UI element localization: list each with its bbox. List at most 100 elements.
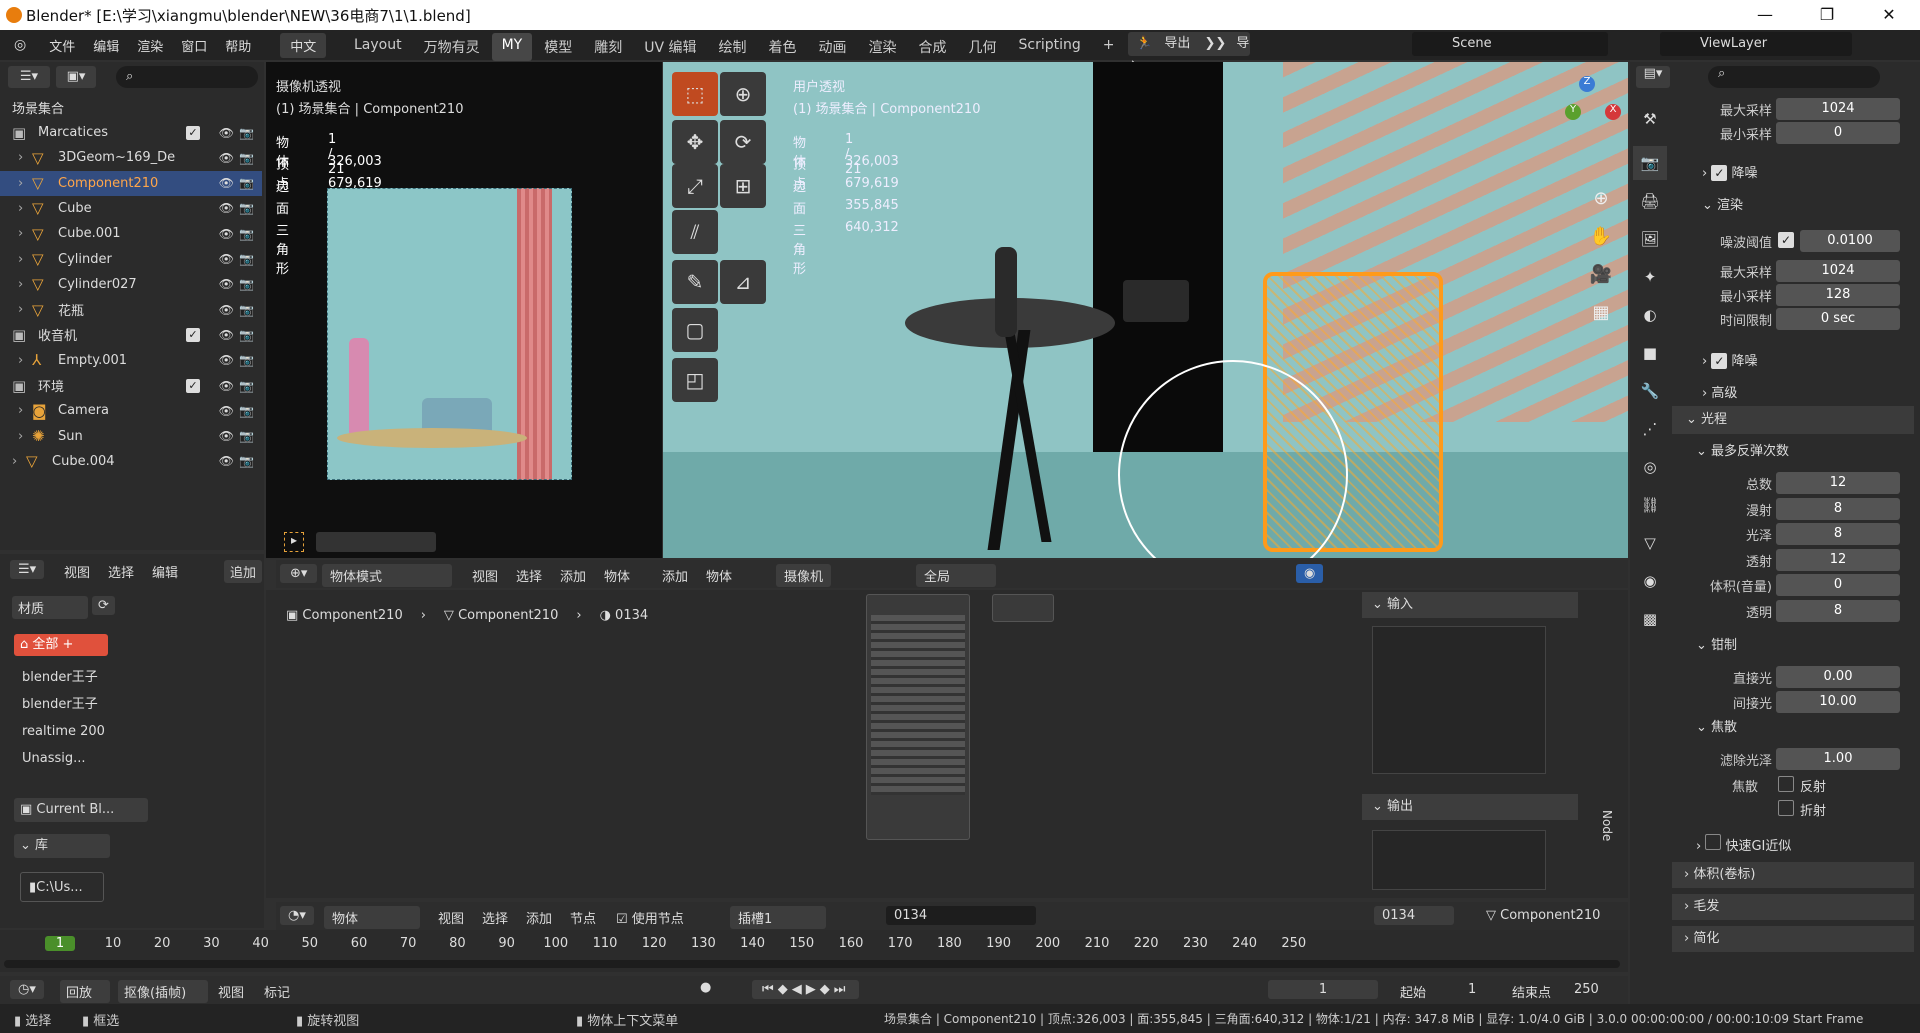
draw-tool-icon[interactable]: ✎ <box>672 260 718 304</box>
eye-icon[interactable]: 👁 <box>219 176 234 190</box>
scene-tab-icon[interactable]: ✦ <box>1633 260 1667 294</box>
asset-catalog-item[interactable]: blender王子 <box>22 664 105 691</box>
expand-arrow-icon[interactable]: › <box>18 429 23 444</box>
select-mode-icon[interactable]: ▸ <box>284 532 304 552</box>
material-output-node[interactable] <box>992 594 1054 622</box>
output-list[interactable] <box>1372 830 1546 890</box>
editor-type-icon[interactable]: ⊕▾ <box>280 564 318 583</box>
bounce-field[interactable]: 12 <box>1776 472 1900 494</box>
library-path[interactable]: ▮C:\Us... <box>20 872 104 902</box>
tool-tab-icon[interactable]: ⚒ <box>1633 102 1667 136</box>
material-select[interactable]: 0134 <box>1374 906 1454 925</box>
denoise-section[interactable]: › ✓ 降噪 <box>1702 162 1758 181</box>
camera-render-icon[interactable]: 📷 <box>239 379 254 393</box>
collection-checkbox[interactable]: ✓ <box>186 327 200 342</box>
hair-section[interactable]: › 毛发 <box>1672 894 1914 920</box>
camera-render-icon[interactable]: 📷 <box>239 277 254 291</box>
eye-icon[interactable]: 👁 <box>219 328 234 342</box>
eye-icon[interactable]: 👁 <box>219 227 234 241</box>
camera-tool-strip[interactable] <box>316 532 436 552</box>
render-section[interactable]: ⌄ 渲染 <box>1702 194 1743 213</box>
menu-item[interactable]: 渲染 <box>128 36 172 55</box>
constraints-tab-icon[interactable]: ⛓ <box>1633 488 1667 522</box>
refresh-icon[interactable]: ⟳ <box>92 596 115 615</box>
workspace-tab[interactable]: 动画 <box>809 33 857 61</box>
all-assets-button[interactable]: ⌂ 全部 + <box>14 634 108 656</box>
workspace-tab[interactable]: 雕刻 <box>584 33 632 61</box>
noise-threshold-field[interactable]: 0.0100 <box>1800 230 1900 252</box>
texture-tab-icon[interactable]: ▩ <box>1633 602 1667 636</box>
viewport-menu[interactable]: 添加 <box>560 566 586 585</box>
bounce-field[interactable]: 8 <box>1776 497 1900 520</box>
camera-render-icon[interactable]: 📷 <box>239 151 254 165</box>
eye-icon[interactable]: 👁 <box>219 303 234 317</box>
camera-render-icon[interactable]: 📷 <box>239 429 254 443</box>
viewport-menu-2[interactable]: 添加 <box>662 566 688 585</box>
particles-tab-icon[interactable]: ⋰ <box>1633 412 1667 446</box>
shading-solid-icon[interactable]: ◉ <box>1296 564 1324 583</box>
workspace-tab[interactable]: MY <box>491 33 533 61</box>
menu-item[interactable]: 窗口 <box>172 36 216 55</box>
timeline-view-menu[interactable]: 视图 <box>218 982 244 1001</box>
language-button[interactable]: 中文 <box>280 32 327 58</box>
outliner-search-input[interactable]: ⌕ <box>116 66 258 88</box>
workspace-tab[interactable]: Layout <box>344 33 412 61</box>
camera-render-icon[interactable]: 📷 <box>239 454 254 468</box>
workspace-tab[interactable]: 几何 <box>959 33 1007 61</box>
navigation-gizmo[interactable]: Z X Y <box>1551 76 1621 146</box>
fast-gi-section[interactable]: › 快速GI近似 <box>1696 834 1791 854</box>
outliner-row[interactable]: › ▽ 花瓶 👁 📷 <box>0 297 262 322</box>
expand-arrow-icon[interactable]: › <box>18 201 23 216</box>
min-samples-field-2[interactable]: 128 <box>1776 284 1900 306</box>
outliner-row[interactable]: › ▽ Cube 👁 📷 <box>0 196 262 221</box>
refractive-caustics-checkbox[interactable] <box>1778 800 1794 816</box>
denoise-section-2[interactable]: › ✓ 降噪 <box>1702 350 1758 369</box>
expand-arrow-icon[interactable]: › <box>12 454 17 469</box>
export-button[interactable]: 导出 <box>1164 36 1190 51</box>
transform-cage-icon[interactable]: ◰ <box>672 358 718 402</box>
outliner-row[interactable]: › ✺ Sun 👁 📷 <box>0 424 262 449</box>
menu-item[interactable]: 编辑 <box>84 36 128 55</box>
transform-tool-icon[interactable]: ⊞ <box>720 164 766 208</box>
eye-icon[interactable]: 👁 <box>219 353 234 367</box>
caustics-section[interactable]: ⌄ 焦散 <box>1696 716 1737 735</box>
noise-threshold-checkbox[interactable]: ✓ <box>1778 232 1794 248</box>
eye-icon[interactable]: 👁 <box>219 404 234 418</box>
advanced-section[interactable]: › 高级 <box>1702 382 1737 401</box>
physics-tab-icon[interactable]: ◎ <box>1633 450 1667 484</box>
outliner-row[interactable]: › ▽ Cylinder 👁 📷 <box>0 247 262 272</box>
eye-icon[interactable]: 👁 <box>219 379 234 393</box>
outliner-row[interactable]: › ▽ Component210 👁 📷 <box>0 170 262 196</box>
asset-menu[interactable]: 视图 <box>64 562 90 581</box>
object-mode-select[interactable]: 物体模式 <box>322 564 452 587</box>
node-menu[interactable]: 添加 <box>526 908 552 927</box>
annotate-tool-icon[interactable]: ⫽ <box>672 210 718 254</box>
eye-icon[interactable]: 👁 <box>219 429 234 443</box>
asset-catalog-item[interactable]: blender王子 <box>22 691 105 718</box>
camera-render-icon[interactable]: 📷 <box>239 201 254 215</box>
close-button[interactable]: ✕ <box>1858 0 1920 30</box>
workspace-tab[interactable]: + <box>1093 33 1125 61</box>
expand-arrow-icon[interactable]: › <box>18 176 23 191</box>
output-panel-header[interactable]: ⌄ 输出 <box>1362 794 1578 820</box>
menu-item[interactable]: 帮助 <box>216 36 260 55</box>
current-frame-field[interactable]: 1 <box>1268 980 1378 999</box>
time-limit-field[interactable]: 0 sec <box>1776 308 1900 330</box>
scene-selector[interactable]: Scene <box>1412 32 1608 56</box>
maximize-button[interactable]: ❐ <box>1796 0 1858 30</box>
asset-catalog-item[interactable]: realtime 200 <box>22 718 105 745</box>
camera-render-icon[interactable]: 📷 <box>239 328 254 342</box>
object-tab-icon[interactable]: ■ <box>1633 336 1667 370</box>
eye-icon[interactable]: 👁 <box>219 151 234 165</box>
expand-arrow-icon[interactable]: › <box>18 252 23 267</box>
filter-glossy-field[interactable]: 1.00 <box>1776 748 1900 770</box>
outliner-row[interactable]: › ⅄ Empty.001 👁 📷 <box>0 348 262 373</box>
workspace-tab[interactable]: Scripting <box>1009 33 1091 61</box>
camera-render-icon[interactable]: 📷 <box>239 176 254 190</box>
camera-render-icon[interactable]: 📷 <box>239 126 254 140</box>
playback-menu[interactable]: 回放 <box>60 980 110 1003</box>
light-paths-section[interactable]: ⌄ 光程 <box>1672 406 1914 434</box>
editor-type-icon[interactable]: ◔▾ <box>280 906 314 925</box>
node-menu[interactable]: 节点 <box>570 908 596 927</box>
clamp-field[interactable]: 0.00 <box>1776 666 1900 688</box>
